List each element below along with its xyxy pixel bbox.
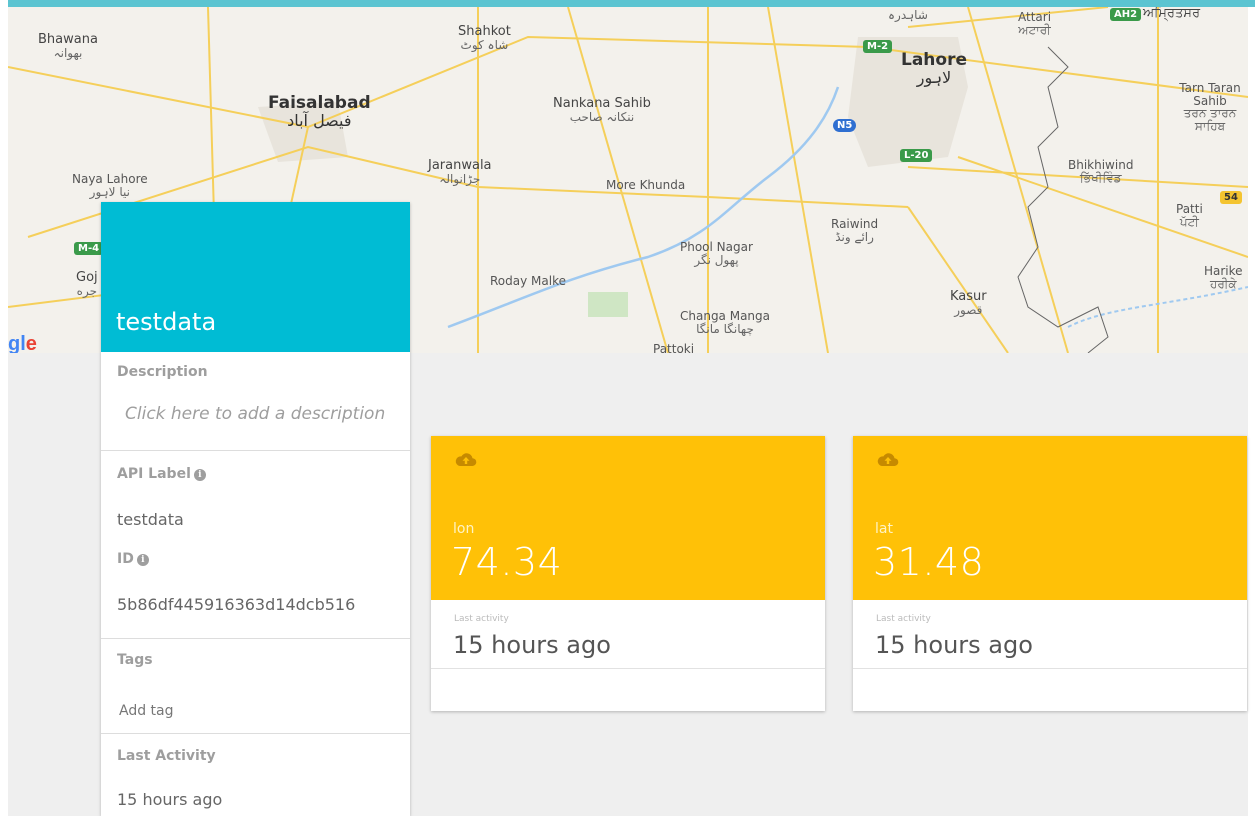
variable-card-header: lon 74.34 — [431, 436, 825, 600]
device-header: testdata — [101, 202, 410, 352]
map-place-label: Bhikhiwind ਭਿੱਖੀਵਿੰਡ — [1068, 158, 1134, 185]
map-place-label: Roday Malke — [490, 274, 566, 288]
map-place-label: Faisalabad فیصل آباد — [268, 93, 371, 130]
info-icon[interactable]: i — [136, 554, 149, 566]
map-place-label: Phool Nagar پھول نگر — [680, 240, 753, 267]
add-tag-input[interactable]: Add tag — [119, 703, 174, 719]
map-place-label: ਅਮ੍ਰਿਤਸਰ — [1143, 7, 1201, 21]
last-activity-label: Last activity — [454, 614, 509, 624]
map-place-label: Lahore لاہور — [901, 50, 967, 87]
map-place-label: Jaranwala جڑانوالہ — [428, 158, 492, 186]
left-edge — [0, 0, 8, 816]
variable-name: lon — [453, 521, 475, 537]
map-place-label: Changa Manga چھانگا مانگا — [680, 309, 771, 336]
google-logo[interactable]: gle — [8, 333, 37, 353]
last-activity-time: 15 hours ago — [453, 631, 611, 659]
map-place-label: Attari ਅਟਾਰੀ — [1018, 10, 1052, 37]
variable-value: 31.48 — [873, 540, 985, 584]
highway-shield: 54 — [1220, 191, 1242, 204]
api-label-title: API Label i — [117, 466, 206, 482]
last-activity-value: 15 hours ago — [117, 790, 223, 809]
map-place-label: Tarn Taran Sahib ਤਰਨ ਤਾਰਨ ਸਾਹਿਬ — [1179, 81, 1241, 133]
last-activity-label: Last activity — [876, 614, 931, 624]
variable-card-lat[interactable]: lat 31.48 Last activity 15 hours ago — [853, 436, 1247, 711]
highway-shield: M-4 — [74, 242, 104, 255]
variable-card-lon[interactable]: lon 74.34 Last activity 15 hours ago — [431, 436, 825, 711]
highway-shield: AH2 — [1110, 8, 1142, 21]
cloud-upload-icon — [877, 453, 899, 467]
description-label: Description — [117, 364, 208, 380]
variable-value: 74.34 — [451, 540, 563, 584]
last-activity-title: Last Activity — [117, 748, 216, 764]
id-title: ID i — [117, 551, 149, 567]
map-place-label: شاہدرہ — [888, 8, 928, 22]
map-place-label: Naya Lahore نیا لاہور — [72, 172, 148, 199]
map-place-label: More Khunda — [606, 178, 686, 192]
divider — [101, 733, 410, 734]
highway-shield: L-20 — [900, 149, 933, 162]
divider — [431, 668, 825, 669]
right-edge — [1248, 7, 1255, 816]
map-place-label: Kasur قصور — [950, 289, 987, 317]
map-place-label: Harike ਹਰੀਕੇ — [1204, 264, 1243, 291]
map-place-label: Bhawana بھوانہ — [38, 32, 98, 60]
api-label-value[interactable]: testdata — [117, 510, 184, 529]
device-name[interactable]: testdata — [116, 308, 216, 336]
cloud-upload-icon — [455, 453, 477, 467]
variable-name: lat — [875, 521, 893, 537]
variable-card-header: lat 31.48 — [853, 436, 1247, 600]
divider — [101, 638, 410, 639]
map-place-label: Goj جره — [76, 270, 98, 298]
device-id-value: 5b86df445916363d14dcb516 — [117, 595, 356, 614]
map-place-label: Raiwind رائے ونڈ — [831, 217, 879, 244]
info-icon[interactable]: i — [193, 469, 206, 481]
highway-shield: N5 — [833, 119, 857, 132]
top-accent-bar — [8, 0, 1255, 7]
description-field[interactable]: Click here to add a description — [125, 404, 385, 424]
highway-shield: M-2 — [863, 40, 893, 53]
divider — [101, 450, 410, 451]
device-info-panel: testdata Description Click here to add a… — [101, 202, 410, 816]
tags-title: Tags — [117, 652, 153, 668]
map-place-label: Shahkot شاہ کوٹ — [458, 24, 511, 52]
map-place-label: Pattoki — [653, 342, 695, 353]
map-place-label: Patti ਪੱਟੀ — [1176, 202, 1203, 229]
last-activity-time: 15 hours ago — [875, 631, 1033, 659]
divider — [853, 668, 1247, 669]
map-place-label: Nankana Sahib ننکانہ صاحب — [553, 96, 651, 124]
